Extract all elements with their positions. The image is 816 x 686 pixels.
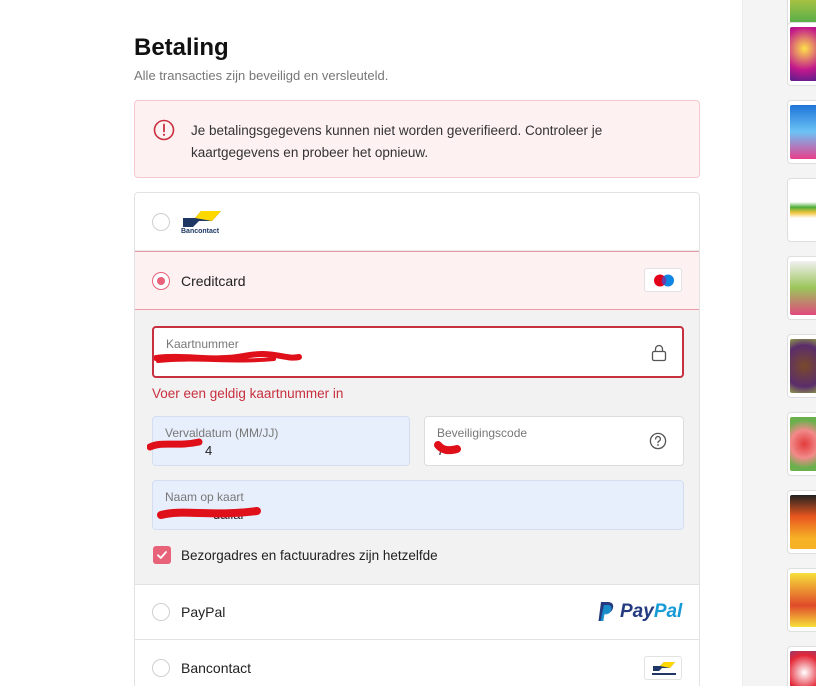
same-address-checkbox[interactable] xyxy=(153,546,171,564)
cart-item-thumbnail xyxy=(787,412,816,476)
paypal-logo-icon xyxy=(598,602,614,621)
expiry-field[interactable]: Vervaldatum (MM/JJ) 4 xyxy=(147,416,410,466)
payment-option-bancontact-logo[interactable]: Bancontact xyxy=(135,193,699,251)
same-address-label: Bezorgadres en factuuradres zijn hetzelf… xyxy=(181,548,438,563)
bancontact-label: Bancontact xyxy=(181,660,252,676)
expiry-label: Vervaldatum (MM/JJ) xyxy=(165,426,279,440)
paypal-label: PayPal xyxy=(181,604,226,620)
payment-option-paypal[interactable]: PayPal PayPal xyxy=(135,584,699,639)
cvc-field[interactable]: Beveiligingscode 7 xyxy=(424,416,684,466)
payment-method-list: Bancontact Creditcard Kaartnummer Voer e… xyxy=(134,192,700,686)
cvc-value: 7 xyxy=(437,443,445,458)
cardholder-name-label: Naam op kaart xyxy=(165,490,244,504)
card-number-label: Kaartnummer xyxy=(166,337,239,351)
bancontact-badge-icon xyxy=(644,656,682,680)
cart-item-thumbnail xyxy=(787,646,816,686)
cart-item-thumbnail xyxy=(787,568,816,632)
maestro-card-icon xyxy=(644,268,682,292)
creditcard-radio[interactable] xyxy=(152,272,170,290)
alert-circle-icon xyxy=(153,119,175,141)
expiry-value: 4 xyxy=(205,443,213,458)
card-number-error: Voer een geldig kaartnummer in xyxy=(152,386,344,401)
bancontact-logo-text: Bancontact xyxy=(181,228,220,235)
cart-item-thumbnail xyxy=(787,178,816,242)
lock-icon xyxy=(651,344,667,362)
cart-item-thumbnail xyxy=(787,334,816,398)
paypal-logo-text: PayPal xyxy=(620,601,683,622)
cart-item-thumbnail xyxy=(787,490,816,554)
bancontact-radio-2[interactable] xyxy=(152,659,170,677)
payment-option-creditcard[interactable]: Creditcard xyxy=(135,251,699,310)
page-title: Betaling xyxy=(134,34,229,61)
bancontact-radio[interactable] xyxy=(152,213,170,231)
alert-message: Je betalingsgegevens kunnen niet worden … xyxy=(191,123,603,160)
payment-option-bancontact[interactable]: Bancontact xyxy=(135,639,699,686)
cart-item-thumbnail xyxy=(787,256,816,320)
help-circle-icon[interactable] xyxy=(649,432,667,450)
cart-item-thumbnail xyxy=(787,22,816,86)
creditcard-label: Creditcard xyxy=(181,273,246,289)
creditcard-form: Kaartnummer Voer een geldig kaartnummer … xyxy=(135,310,699,584)
cardholder-name-value: uallal xyxy=(213,507,244,522)
cart-item-thumbnail xyxy=(787,100,816,164)
page-subtitle: Alle transacties zijn beveiligd en versl… xyxy=(134,68,389,83)
order-summary-panel xyxy=(742,0,816,686)
cardholder-name-field[interactable]: Naam op kaart uallal xyxy=(152,480,684,530)
payment-error-alert: Je betalingsgegevens kunnen niet worden … xyxy=(134,100,700,178)
card-number-field[interactable]: Kaartnummer xyxy=(152,326,684,378)
redaction-scribble xyxy=(157,507,261,519)
cvc-label: Beveiligingscode xyxy=(437,426,528,440)
paypal-radio[interactable] xyxy=(152,603,170,621)
redaction-scribble xyxy=(154,351,302,363)
